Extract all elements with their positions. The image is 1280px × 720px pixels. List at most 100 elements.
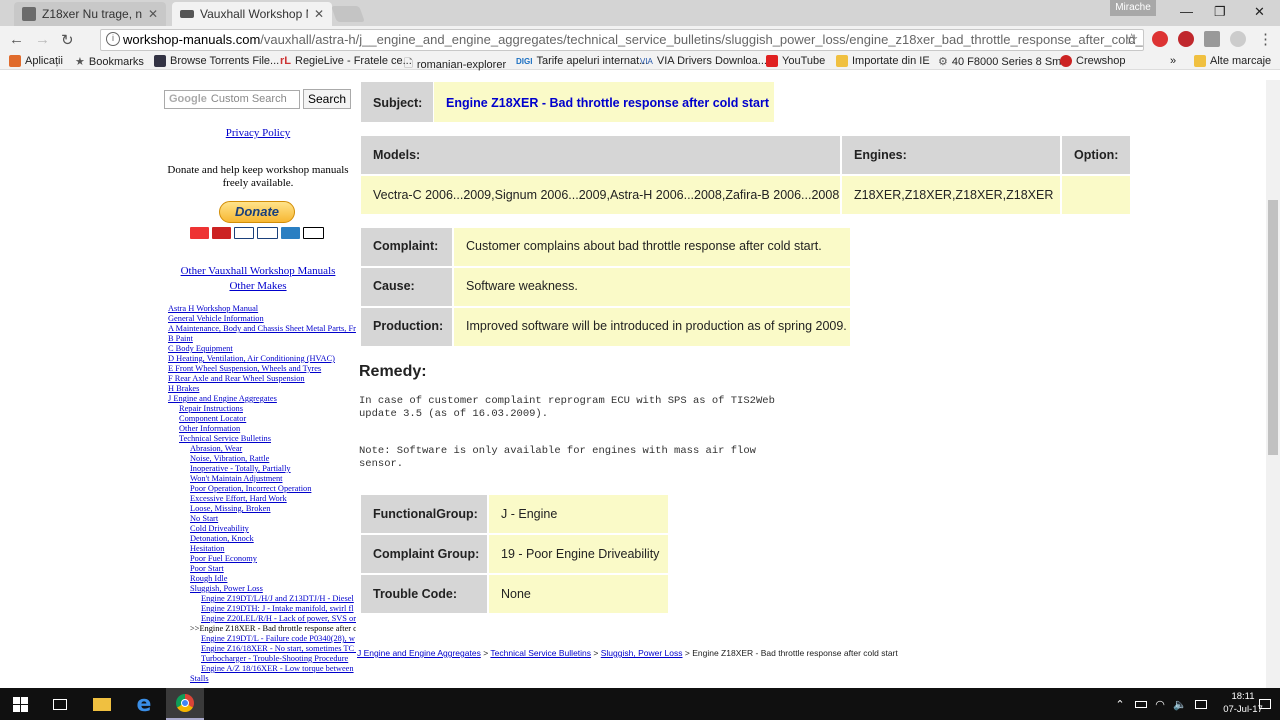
menu-icon[interactable]: ⋮ [1258, 30, 1273, 48]
nav-link[interactable]: Won't Maintain Adjustment [190, 474, 283, 483]
nav-link[interactable]: General Vehicle Information [168, 314, 264, 323]
direct-debit-icon [303, 227, 324, 239]
nav-link[interactable]: Engine A/Z 18/16XER - Low torque between [201, 664, 354, 673]
bookmark-via-drivers[interactable]: VIA VIA Drivers Downloa... [640, 55, 767, 67]
info-icon[interactable]: i [106, 32, 120, 46]
nav-link[interactable]: No Start [190, 514, 218, 523]
bookmark-youtube[interactable]: YouTube [766, 55, 825, 67]
nav-link[interactable]: Stalls [190, 674, 209, 683]
nav-link[interactable]: Excessive Effort, Hard Work [190, 494, 287, 503]
bookmark-browse-torrents[interactable]: Browse Torrents File... [154, 55, 279, 67]
nav-link[interactable]: Other Information [179, 424, 240, 433]
forward-icon[interactable]: → [35, 31, 50, 48]
nav-link[interactable]: E Front Wheel Suspension, Wheels and Tyr… [168, 364, 321, 373]
bookmark-samsung[interactable]: ⚙ 40 F8000 Series 8 Sm... [938, 55, 1071, 69]
nav-link[interactable]: D Heating, Ventilation, Air Conditioning… [168, 354, 335, 363]
nav-link[interactable]: Engine Z16/18XER - No start, sometimes T… [201, 644, 356, 653]
windows-start-icon[interactable] [0, 688, 40, 720]
nav-link[interactable]: Engine Z19DTH: J - Intake manifold, swir… [201, 604, 354, 613]
extension-red-icon[interactable] [1152, 31, 1168, 47]
nav-link[interactable]: Rough Idle [190, 574, 227, 583]
tray-chevron-icon[interactable]: ⌃ [1112, 688, 1128, 720]
extension-puzzle-icon[interactable] [1204, 31, 1220, 47]
engines-value: Z18XER,Z18XER,Z18XER,Z18XER [842, 176, 1060, 214]
nav-link[interactable]: Component Locator [179, 414, 246, 423]
reload-icon[interactable]: ↻ [61, 31, 74, 49]
nav-link[interactable]: Engine Z20LEL/R/H - Lack of power, SVS o… [201, 614, 356, 623]
breadcrumb-link-tsb[interactable]: Technical Service Bulletins [490, 648, 591, 658]
tab-z18xer[interactable]: Z18xer Nu trage, nu are ... ✕ [14, 2, 166, 26]
nav-link[interactable]: F Rear Axle and Rear Wheel Suspension [168, 374, 305, 383]
nav-link[interactable]: Sluggish, Power Loss [190, 584, 263, 593]
close-icon[interactable]: ✕ [314, 7, 324, 21]
nav-link[interactable]: Repair Instructions [179, 404, 243, 413]
nav-item: Other Information [168, 424, 356, 434]
maximize-icon[interactable]: ❐ [1214, 4, 1226, 20]
bookmark-romanian-explorer[interactable]: 🗋 romanian-explorer [404, 55, 506, 74]
nav-link[interactable]: Poor Fuel Economy [190, 554, 257, 563]
address-bar[interactable]: workshop-manuals.com/vauxhall/astra-h/j_… [100, 29, 1144, 51]
nav-link[interactable]: Astra H Workshop Manual [168, 304, 258, 313]
nav-link[interactable]: Cold Driveability [190, 524, 249, 533]
nav-item: Rough Idle [168, 574, 356, 584]
nav-link[interactable]: A Maintenance, Body and Chassis Sheet Me… [168, 324, 356, 333]
bookmark-apps[interactable]: Aplicații [9, 55, 63, 67]
nav-item: B Paint [168, 334, 356, 344]
close-window-icon[interactable]: ✕ [1254, 4, 1265, 20]
nav-link[interactable]: B Paint [168, 334, 193, 343]
breadcrumb: J Engine and Engine Aggregates > Technic… [357, 648, 898, 658]
tab-vauxhall-manual[interactable]: Vauxhall Workshop Manu... ✕ [172, 2, 332, 26]
bookmark-tarife[interactable]: DIGI Tarife apeluri internat... [516, 55, 648, 67]
bookmark-importate[interactable]: Importate din IE [836, 55, 930, 67]
other-makes-link[interactable]: Other Makes [229, 280, 286, 292]
back-icon[interactable]: ← [9, 31, 24, 48]
keyboard-icon[interactable] [1192, 688, 1210, 720]
close-icon[interactable]: ✕ [148, 7, 158, 21]
file-explorer-icon[interactable] [86, 688, 118, 720]
bookmark-other[interactable]: Alte marcaje [1194, 55, 1271, 67]
nav-link[interactable]: J Engine and Engine Aggregates [168, 394, 277, 403]
battery-icon[interactable] [1132, 688, 1150, 720]
nav-link[interactable]: Abrasion, Wear [190, 444, 242, 453]
nav-link[interactable]: Poor Start [190, 564, 224, 573]
breadcrumb-link-sluggish[interactable]: Sluggish, Power Loss [601, 648, 683, 658]
breadcrumb-link-engine[interactable]: J Engine and Engine Aggregates [357, 648, 481, 658]
nav-link[interactable]: Noise, Vibration, Rattle [190, 454, 269, 463]
search-input[interactable]: Google Custom Search [164, 90, 300, 109]
bookmark-bookmarks[interactable]: ★ Bookmarks [75, 55, 144, 69]
search-button[interactable]: Search [303, 89, 351, 109]
nav-link[interactable]: Inoperative - Totally, Partially [190, 464, 291, 473]
donate-button[interactable]: Donate [219, 201, 295, 223]
star-icon: ★ [75, 56, 85, 68]
nav-link[interactable]: H Brakes [168, 384, 199, 393]
minimize-icon[interactable]: — [1180, 4, 1193, 19]
nav-link[interactable]: Engine Z19DT/L/H/J and Z13DTJ/H - Diesel [201, 594, 354, 603]
nav-link[interactable]: Poor Operation, Incorrect Operation [190, 484, 311, 493]
task-view-icon[interactable] [44, 688, 76, 720]
nav-link[interactable]: Turbocharger - Trouble-Shooting Procedur… [201, 654, 348, 663]
privacy-policy-link[interactable]: Privacy Policy [226, 127, 290, 139]
nav-link[interactable]: Loose, Missing, Broken [190, 504, 271, 513]
nav-link[interactable]: Technical Service Bulletins [179, 434, 271, 443]
bookmark-star-icon[interactable]: ☆ [1125, 30, 1138, 48]
adblock-icon[interactable] [1178, 31, 1194, 47]
nav-link[interactable]: C Body Equipment [168, 344, 233, 353]
nav-item: D Heating, Ventilation, Air Conditioning… [168, 354, 356, 364]
clock[interactable]: 18:11 07-Jul-17 [1218, 690, 1268, 716]
bookmark-crewshop[interactable]: Crewshop [1060, 55, 1126, 67]
nav-link[interactable]: Hesitation [190, 544, 224, 553]
scrollbar-thumb[interactable] [1268, 200, 1278, 455]
nav-link[interactable]: Detonation, Knock [190, 534, 254, 543]
edge-icon[interactable]: e [128, 688, 160, 720]
nav-link[interactable]: Engine Z19DT/L - Failure code P0340(28),… [201, 634, 355, 643]
profile-button[interactable]: Mirache [1110, 0, 1156, 16]
wifi-icon[interactable]: ◠ [1152, 688, 1168, 720]
tab-strip: Z18xer Nu trage, nu are ... ✕ Vauxhall W… [0, 0, 1280, 26]
chrome-icon[interactable] [166, 688, 204, 720]
bookmark-regielive[interactable]: rL RegieLive - Fratele ce... [280, 55, 412, 67]
extension-gray-icon[interactable] [1230, 31, 1246, 47]
bookmarks-overflow[interactable]: » [1170, 55, 1176, 67]
nav-item: Stalls [168, 674, 356, 684]
volume-icon[interactable]: 🔈 [1172, 688, 1188, 720]
new-tab-button[interactable] [331, 6, 365, 22]
